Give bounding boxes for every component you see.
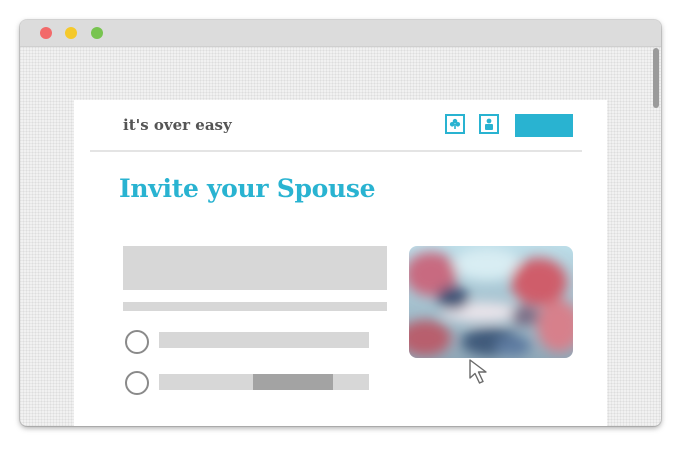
text-input-placeholder[interactable]: [123, 246, 387, 290]
maximize-window-button[interactable]: [91, 27, 103, 39]
minimize-window-button[interactable]: [65, 27, 77, 39]
highlighted-text-placeholder: [253, 374, 333, 390]
close-window-button[interactable]: [40, 27, 52, 39]
nav-club-button[interactable]: [445, 114, 465, 134]
person-icon: [485, 118, 493, 130]
option-2-label-placeholder: [159, 374, 369, 390]
page-title: Invite your Spouse: [119, 174, 376, 203]
brand-logo[interactable]: it's over easy: [123, 116, 232, 134]
nav-profile-button[interactable]: [479, 114, 499, 134]
option-1-label-placeholder: [159, 332, 369, 348]
blurred-photo-image: [409, 246, 573, 358]
vertical-scrollbar[interactable]: [652, 46, 661, 426]
browser-window: it's over easy Invite your Spouse: [20, 20, 661, 426]
window-titlebar: [20, 20, 661, 47]
spouse-photo: [409, 246, 573, 358]
arrow-cursor-icon: [469, 359, 487, 384]
header-divider: [90, 150, 582, 152]
option-1-radio[interactable]: [125, 330, 149, 354]
helper-text-placeholder: [123, 302, 387, 311]
page-card: it's over easy Invite your Spouse: [74, 100, 607, 426]
header-action-button[interactable]: [515, 114, 573, 137]
club-icon: [449, 118, 461, 129]
scrollbar-thumb[interactable]: [653, 48, 659, 108]
option-2-radio[interactable]: [125, 371, 149, 395]
